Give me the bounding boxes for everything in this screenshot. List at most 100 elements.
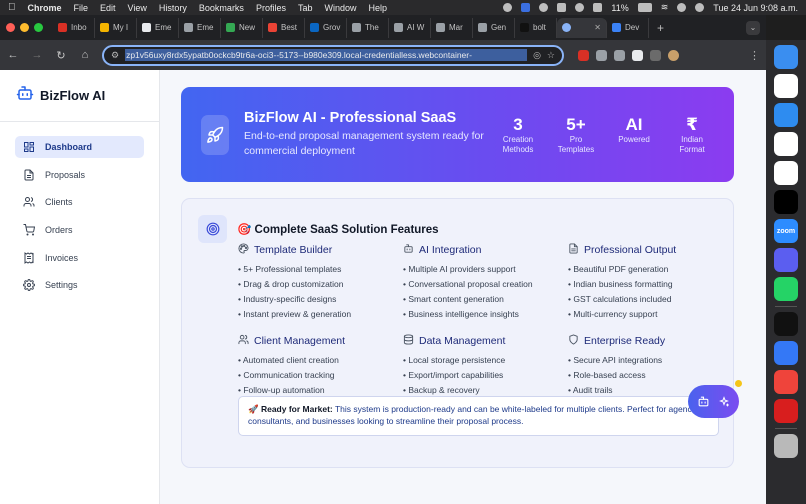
feature-column-title: Data Management bbox=[403, 334, 568, 348]
back-button[interactable]: ← bbox=[6, 49, 20, 61]
home-button[interactable]: ⌂ bbox=[78, 49, 92, 61]
zoom-status-icon[interactable] bbox=[521, 3, 531, 12]
close-tab-icon[interactable]: ✕ bbox=[594, 23, 601, 32]
menu-view[interactable]: View bbox=[128, 3, 147, 13]
menu-bookmarks[interactable]: Bookmarks bbox=[199, 3, 244, 13]
dock-notion-icon[interactable] bbox=[774, 161, 798, 185]
menu-profiles[interactable]: Profiles bbox=[256, 3, 286, 13]
wifi-icon[interactable]: ≋ bbox=[661, 2, 669, 13]
ready-for-market-note: 🚀 Ready for Market: This system is produ… bbox=[238, 396, 719, 436]
dock-perplexity-icon[interactable] bbox=[774, 248, 798, 272]
menu-file[interactable]: File bbox=[74, 3, 89, 13]
tab-label: Gen bbox=[491, 23, 507, 32]
browser-tab[interactable]: Dev bbox=[607, 17, 649, 38]
address-bar[interactable]: ⚙ zp1v56uxy8rdx5ypatb0ockcb9tr6a-oci3--5… bbox=[102, 44, 564, 66]
bot-icon bbox=[16, 84, 34, 107]
browser-tab[interactable]: New bbox=[221, 17, 263, 38]
status-app-icon[interactable] bbox=[593, 3, 603, 12]
battery-icon[interactable] bbox=[637, 3, 652, 12]
menu-help[interactable]: Help bbox=[368, 3, 387, 13]
feature-bullet: Export/import capabilities bbox=[403, 368, 568, 383]
browser-tab[interactable]: bolt bbox=[515, 17, 557, 38]
control-center-icon[interactable] bbox=[677, 3, 687, 12]
browser-tab[interactable]: Inbo bbox=[53, 17, 95, 38]
browser-tab[interactable]: Gen bbox=[473, 17, 515, 38]
dock-vpn-icon[interactable] bbox=[774, 341, 798, 365]
extensions-area bbox=[578, 49, 679, 61]
browser-tab[interactable]: The bbox=[347, 17, 389, 38]
stat-ai-powered: AI Powered bbox=[612, 115, 656, 155]
document-icon bbox=[568, 243, 579, 257]
feature-bullet: Business intelligence insights bbox=[403, 307, 568, 322]
user-icon[interactable] bbox=[695, 3, 705, 12]
feature-bullet: Industry-specific designs bbox=[238, 292, 403, 307]
sidebar-item-invoices[interactable]: Invoices bbox=[15, 247, 144, 269]
menu-app-name[interactable]: Chrome bbox=[28, 3, 62, 13]
new-tab-button[interactable]: + bbox=[657, 21, 664, 35]
reload-button[interactable]: ↻ bbox=[54, 49, 68, 62]
menu-window[interactable]: Window bbox=[324, 3, 356, 13]
extension-icon[interactable] bbox=[596, 49, 607, 61]
dock-trash-icon[interactable] bbox=[774, 434, 798, 458]
status-app-icon[interactable] bbox=[503, 3, 513, 12]
browser-tab[interactable]: Best bbox=[263, 17, 305, 38]
dock-finder-icon[interactable] bbox=[774, 45, 798, 69]
dock-whatsapp-icon[interactable] bbox=[774, 277, 798, 301]
browser-tab[interactable]: My I bbox=[95, 17, 137, 38]
menu-tab[interactable]: Tab bbox=[298, 3, 313, 13]
sidebar-item-settings[interactable]: Settings bbox=[15, 274, 144, 296]
sidebar-item-orders[interactable]: Orders bbox=[15, 219, 144, 241]
forward-button[interactable]: → bbox=[30, 49, 44, 61]
status-app-icon[interactable] bbox=[557, 3, 567, 12]
dock-terminal-icon[interactable] bbox=[774, 312, 798, 336]
profile-avatar-icon[interactable] bbox=[668, 49, 679, 61]
gmail-extension-icon[interactable] bbox=[578, 49, 589, 61]
fullscreen-window-button[interactable] bbox=[34, 23, 43, 32]
dock-chrome-icon[interactable] bbox=[774, 74, 798, 98]
feature-column-label: Enterprise Ready bbox=[584, 335, 666, 347]
notion-extension-icon[interactable] bbox=[632, 49, 643, 61]
browser-tab[interactable]: Eme bbox=[179, 17, 221, 38]
tab-search-button[interactable]: ⌄ bbox=[746, 20, 760, 35]
dock-capcut-icon[interactable] bbox=[774, 190, 798, 214]
stat-value: AI bbox=[625, 114, 643, 134]
dock-anydesk-icon[interactable] bbox=[774, 370, 798, 394]
sidebar-item-proposals[interactable]: Proposals bbox=[15, 164, 144, 186]
dock-zoom-icon[interactable]: zoom bbox=[774, 219, 798, 243]
target-emoji-icon: 🎯 bbox=[237, 224, 252, 236]
status-app-icon[interactable] bbox=[539, 3, 549, 12]
hero-text: BizFlow AI - Professional SaaS End-to-en… bbox=[244, 110, 496, 159]
hero-stats: 3 Creation Methods 5+ Pro Templates AI P… bbox=[496, 115, 714, 155]
tab-label: AI W bbox=[407, 23, 425, 32]
site-info-icon[interactable]: ⚙ bbox=[111, 50, 119, 61]
extension-icon[interactable] bbox=[614, 49, 625, 61]
apple-menu-icon[interactable]:  bbox=[8, 2, 16, 13]
browser-tab[interactable]: AI W bbox=[389, 17, 431, 38]
favicon-icon bbox=[520, 23, 529, 32]
menu-edit[interactable]: Edit bbox=[100, 3, 116, 13]
menu-history[interactable]: History bbox=[159, 3, 187, 13]
sidebar-item-clients[interactable]: Clients bbox=[15, 191, 144, 213]
clock[interactable]: Tue 24 Jun 9:08 a.m. bbox=[713, 3, 798, 13]
dock-chatgpt-icon[interactable] bbox=[774, 132, 798, 156]
tab-label: Eme bbox=[197, 23, 214, 32]
browser-menu-icon[interactable]: ⋮ bbox=[749, 49, 760, 62]
browser-tab[interactable]: Grov bbox=[305, 17, 347, 38]
status-app-icon[interactable] bbox=[575, 3, 585, 12]
browser-tab[interactable]: Eme bbox=[137, 17, 179, 38]
browser-tab[interactable]: Mar bbox=[431, 17, 473, 38]
url-text[interactable]: zp1v56uxy8rdx5ypatb0ockcb9tr6a-oci3--517… bbox=[125, 49, 528, 61]
lens-icon[interactable]: ◎ bbox=[533, 50, 541, 61]
dock-safari-icon[interactable] bbox=[774, 103, 798, 127]
minimize-window-button[interactable] bbox=[20, 23, 29, 32]
ai-assistant-button[interactable] bbox=[688, 385, 739, 418]
feature-column: Professional Output Beautiful PDF generat… bbox=[568, 243, 718, 322]
feature-column-label: Client Management bbox=[254, 335, 346, 347]
dock-acrobat-icon[interactable] bbox=[774, 399, 798, 423]
feature-column-title: Template Builder bbox=[238, 243, 403, 257]
active-tab[interactable]: ✕ bbox=[557, 17, 607, 38]
extensions-puzzle-icon[interactable] bbox=[650, 49, 661, 61]
close-window-button[interactable] bbox=[6, 23, 15, 32]
bookmark-star-icon[interactable]: ☆ bbox=[547, 50, 555, 61]
sidebar-item-dashboard[interactable]: Dashboard bbox=[15, 136, 144, 158]
